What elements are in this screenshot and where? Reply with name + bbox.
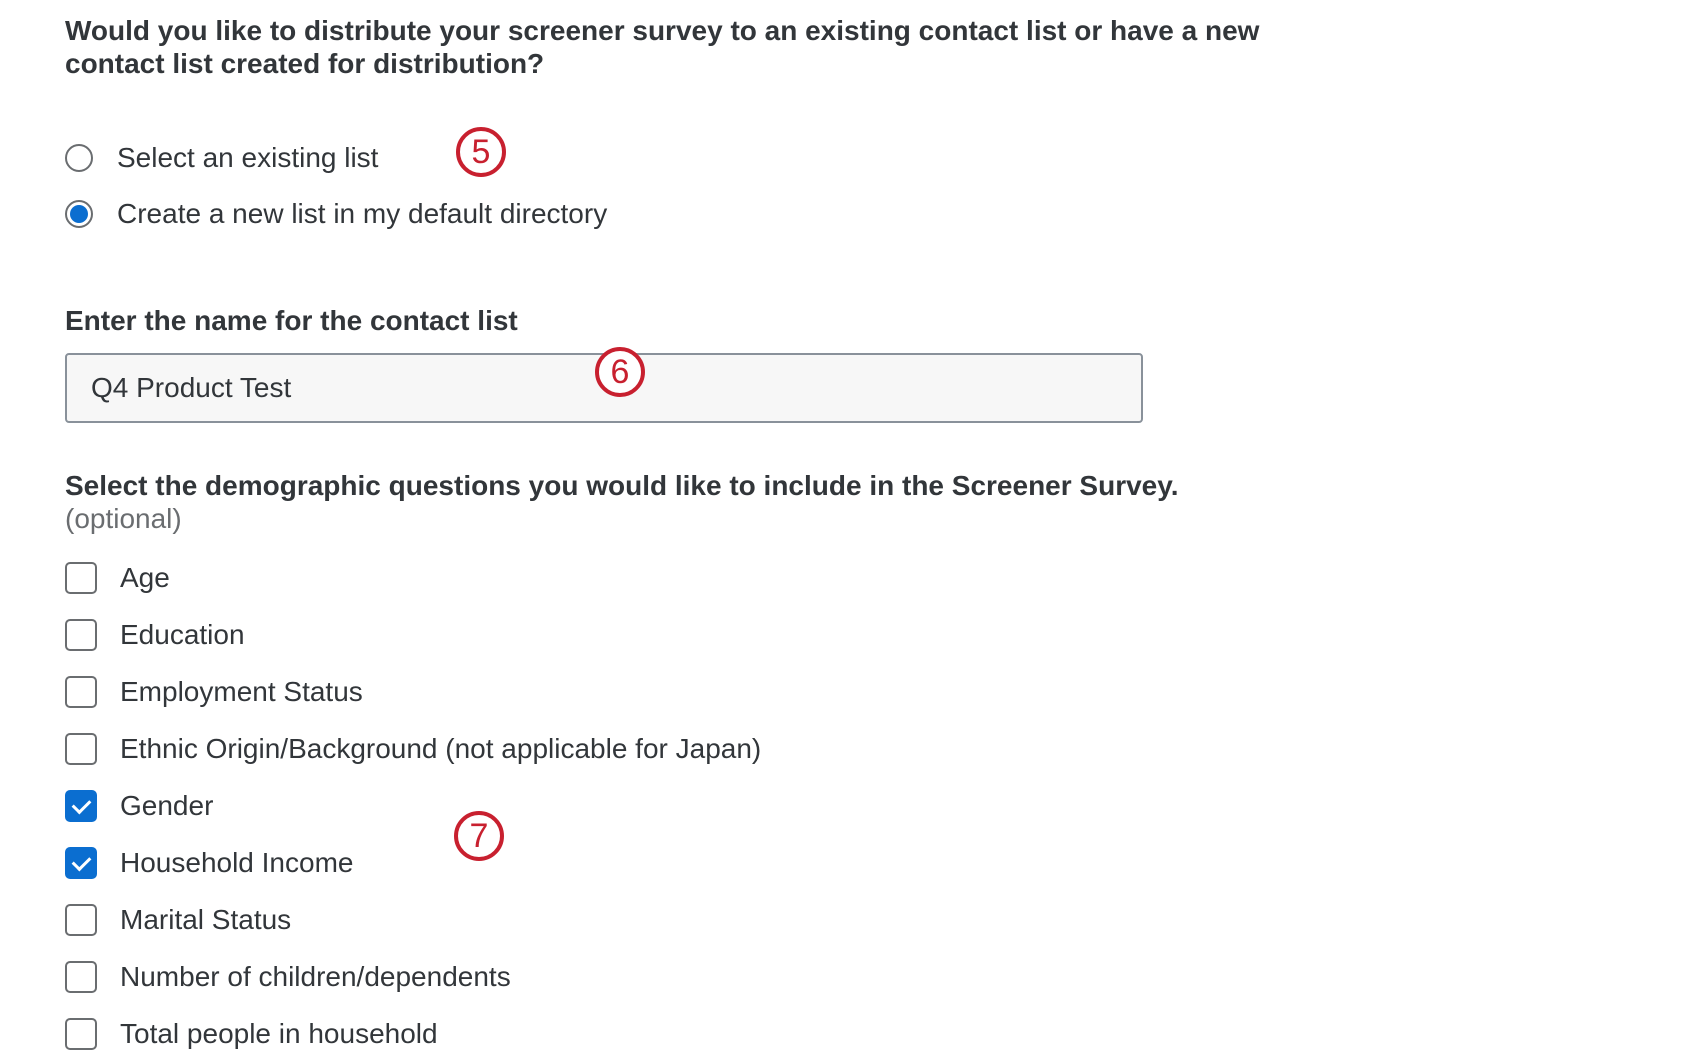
checkbox-option-marital-status[interactable]: Marital Status [65,891,1665,948]
radio-existing-list[interactable] [65,144,93,172]
demographics-optional-note: (optional) [65,503,182,534]
checkbox-option-gender[interactable]: Gender [65,777,1665,834]
checkbox-option-household-income[interactable]: Household Income [65,834,1665,891]
checkbox-label-marital-status[interactable]: Marital Status [120,904,291,936]
checkbox-employment-status[interactable] [65,675,97,708]
step-marker-6: 6 [595,347,645,397]
checkbox-label-gender[interactable]: Gender [120,790,213,822]
step-marker-7: 7 [454,811,504,861]
checkbox-education[interactable] [65,618,97,651]
radio-new-list[interactable] [65,200,93,228]
checkbox-label-age[interactable]: Age [120,562,170,594]
checkbox-label-ethnic-origin[interactable]: Ethnic Origin/Background (not applicable… [120,733,761,765]
contact-list-name-label: Enter the name for the contact list [65,305,518,336]
distribution-question: Would you like to distribute your screen… [65,15,1260,79]
checkbox-household-income[interactable] [65,846,97,879]
checkbox-label-education[interactable]: Education [120,619,245,651]
checkbox-option-age[interactable]: Age [65,549,1665,606]
checkbox-number-of-children[interactable] [65,960,97,993]
checkbox-option-ethnic-origin[interactable]: Ethnic Origin/Background (not applicable… [65,720,1665,777]
distribution-radio-group: Select an existing list Create a new lis… [65,130,1665,242]
checkbox-age[interactable] [65,561,97,594]
checkbox-option-employment-status[interactable]: Employment Status [65,663,1665,720]
checkbox-label-number-of-children[interactable]: Number of children/dependents [120,961,511,993]
radio-option-new-list[interactable]: Create a new list in my default director… [65,186,1665,242]
step-marker-5: 5 [456,127,506,177]
checkbox-option-education[interactable]: Education [65,606,1665,663]
screener-distribution-form: Would you like to distribute your screen… [65,14,1665,1062]
radio-option-existing-list[interactable]: Select an existing list [65,130,1665,186]
checkbox-option-number-of-children[interactable]: Number of children/dependents [65,948,1665,1005]
demographics-checkbox-group: Age Education Employment Status Ethnic O… [65,549,1665,1062]
checkbox-marital-status[interactable] [65,903,97,936]
checkbox-ethnic-origin[interactable] [65,732,97,765]
radio-label-new-list[interactable]: Create a new list in my default director… [117,198,607,230]
checkbox-gender[interactable] [65,789,97,822]
checkbox-label-total-people[interactable]: Total people in household [120,1018,438,1050]
checkbox-label-employment-status[interactable]: Employment Status [120,676,363,708]
checkbox-total-people[interactable] [65,1017,97,1050]
demographics-heading: Select the demographic questions you wou… [65,470,1179,501]
radio-label-existing-list[interactable]: Select an existing list [117,142,378,174]
checkbox-label-household-income[interactable]: Household Income [120,847,353,879]
checkbox-option-total-people[interactable]: Total people in household [65,1005,1665,1062]
